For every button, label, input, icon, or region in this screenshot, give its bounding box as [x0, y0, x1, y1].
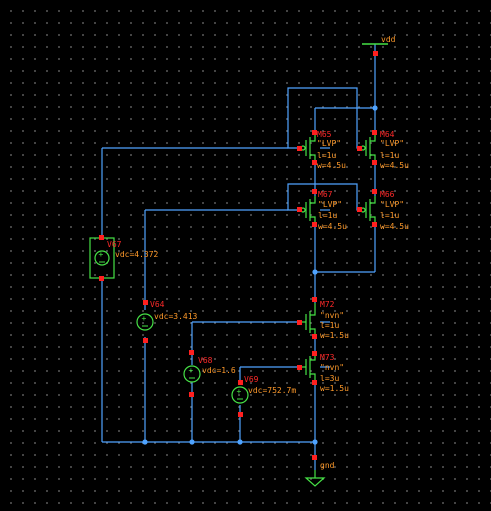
v64-source[interactable]: +: [136, 313, 154, 331]
v69-value: vdc=752.7m: [248, 386, 296, 395]
m65-device[interactable]: [300, 135, 316, 163]
m66-length: l=1u: [380, 211, 399, 220]
svg-text:+: +: [189, 366, 194, 375]
v67-name: V67: [107, 240, 122, 249]
v68-source[interactable]: +: [183, 365, 201, 383]
m65-model: "LVP": [317, 139, 341, 148]
m66-name: M66: [380, 190, 395, 199]
m73-device[interactable]: [302, 356, 316, 381]
m66-model: "LVP": [380, 200, 404, 209]
schematic-svg[interactable]: + + + + vdd gnd M65 "LVP" l=1u w=4.5u M6…: [0, 0, 491, 511]
m67-device[interactable]: [300, 196, 316, 224]
m73-width: w=1.5u: [320, 384, 349, 393]
m72-width: w=1.5u: [320, 331, 349, 340]
m66-width: w=4.5u: [380, 222, 409, 231]
m64-model: "LVP": [380, 139, 404, 148]
m67-name: M67: [318, 190, 333, 199]
m66-device[interactable]: [360, 196, 376, 224]
v67-value: vdc=4.372: [115, 250, 159, 259]
v64-value: vdc=3.413: [154, 312, 198, 321]
m64-name: M64: [380, 130, 395, 139]
m67-length: l=1u: [318, 211, 337, 220]
v68-value: vdc=1.6: [202, 366, 236, 375]
svg-text:+: +: [99, 250, 104, 259]
v68-name: V68: [198, 356, 213, 365]
m64-device[interactable]: [360, 135, 376, 163]
m65-name: M65: [317, 130, 332, 139]
m64-length: l=1u: [380, 151, 399, 160]
m64-width: w=4.5u: [380, 161, 409, 170]
gnd-label: gnd: [320, 461, 335, 470]
vdd-label: vdd: [381, 35, 396, 44]
m65-length: l=1u: [317, 151, 336, 160]
m73-model: "nvn": [320, 363, 344, 372]
labels: vdd gnd M65 "LVP" l=1u w=4.5u M64 "LVP" …: [107, 35, 409, 470]
v69-source[interactable]: +: [231, 386, 249, 404]
gnd-symbol[interactable]: [304, 470, 326, 487]
v69-name: V69: [244, 375, 259, 384]
v64-name: V64: [150, 300, 165, 309]
m73-length: l=3u: [320, 374, 339, 383]
m65-width: w=4.5u: [317, 161, 346, 170]
m67-width: w=4.5u: [318, 222, 347, 231]
m72-model: "nvn": [320, 311, 344, 320]
schematic-canvas[interactable]: + + + + vdd gnd M65 "LVP" l=1u w=4.5u M6…: [0, 0, 491, 511]
svg-text:+: +: [142, 314, 147, 323]
m73-name: M73: [320, 353, 335, 362]
m72-device[interactable]: [302, 303, 316, 336]
m67-model: "LVP": [318, 200, 342, 209]
m72-name: M72: [320, 300, 335, 309]
svg-text:+: +: [237, 387, 242, 396]
m72-length: l=1u: [320, 321, 339, 330]
